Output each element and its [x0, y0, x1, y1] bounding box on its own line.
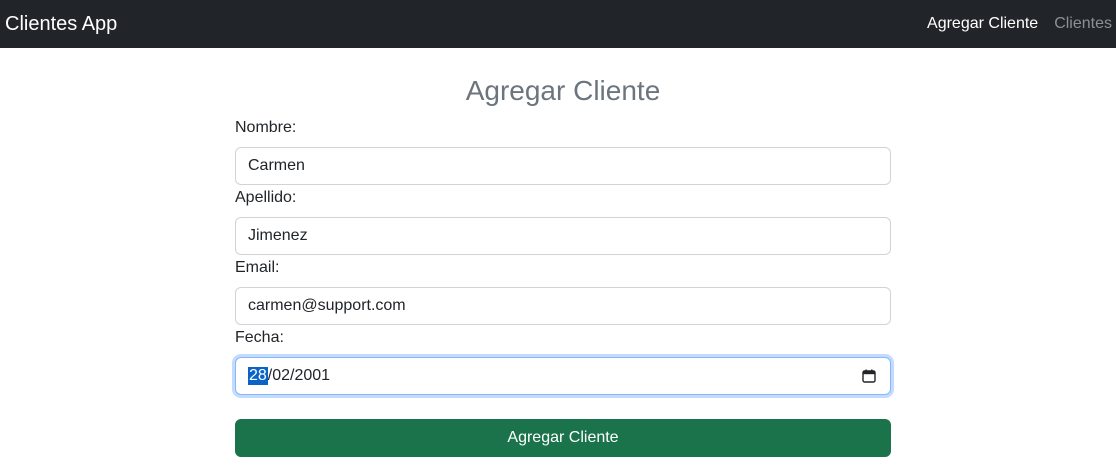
nav-link-agregar-cliente[interactable]: Agregar Cliente: [927, 15, 1038, 33]
page-title: Agregar Cliente: [465, 75, 661, 106]
email-value: carmen@support.com: [248, 297, 406, 314]
calendar-icon[interactable]: [862, 369, 876, 383]
fecha-day-segment[interactable]: 28: [248, 367, 268, 385]
nombre-input[interactable]: Carmen: [235, 147, 891, 185]
email-input[interactable]: carmen@support.com: [235, 287, 891, 325]
fecha-label: Fecha:: [235, 329, 284, 346]
email-label: Email:: [235, 259, 280, 276]
navbar: Clientes App Agregar Cliente Clientes: [0, 0, 1116, 48]
apellido-label: Apellido:: [235, 189, 297, 206]
fecha-rest-segment[interactable]: /02/2001: [268, 367, 330, 385]
nombre-label: Nombre:: [235, 119, 297, 136]
nav-links: Agregar Cliente Clientes: [911, 0, 1116, 48]
nav-link-clientes[interactable]: Clientes: [1054, 15, 1112, 33]
navbar-brand[interactable]: Clientes App: [0, 13, 117, 36]
agregar-cliente-button[interactable]: Agregar Cliente: [235, 419, 891, 457]
fecha-date-input[interactable]: 28/02/2001: [235, 357, 891, 395]
apellido-input[interactable]: Jimenez: [235, 217, 891, 255]
nombre-value: Carmen: [248, 157, 305, 174]
apellido-value: Jimenez: [248, 227, 308, 244]
